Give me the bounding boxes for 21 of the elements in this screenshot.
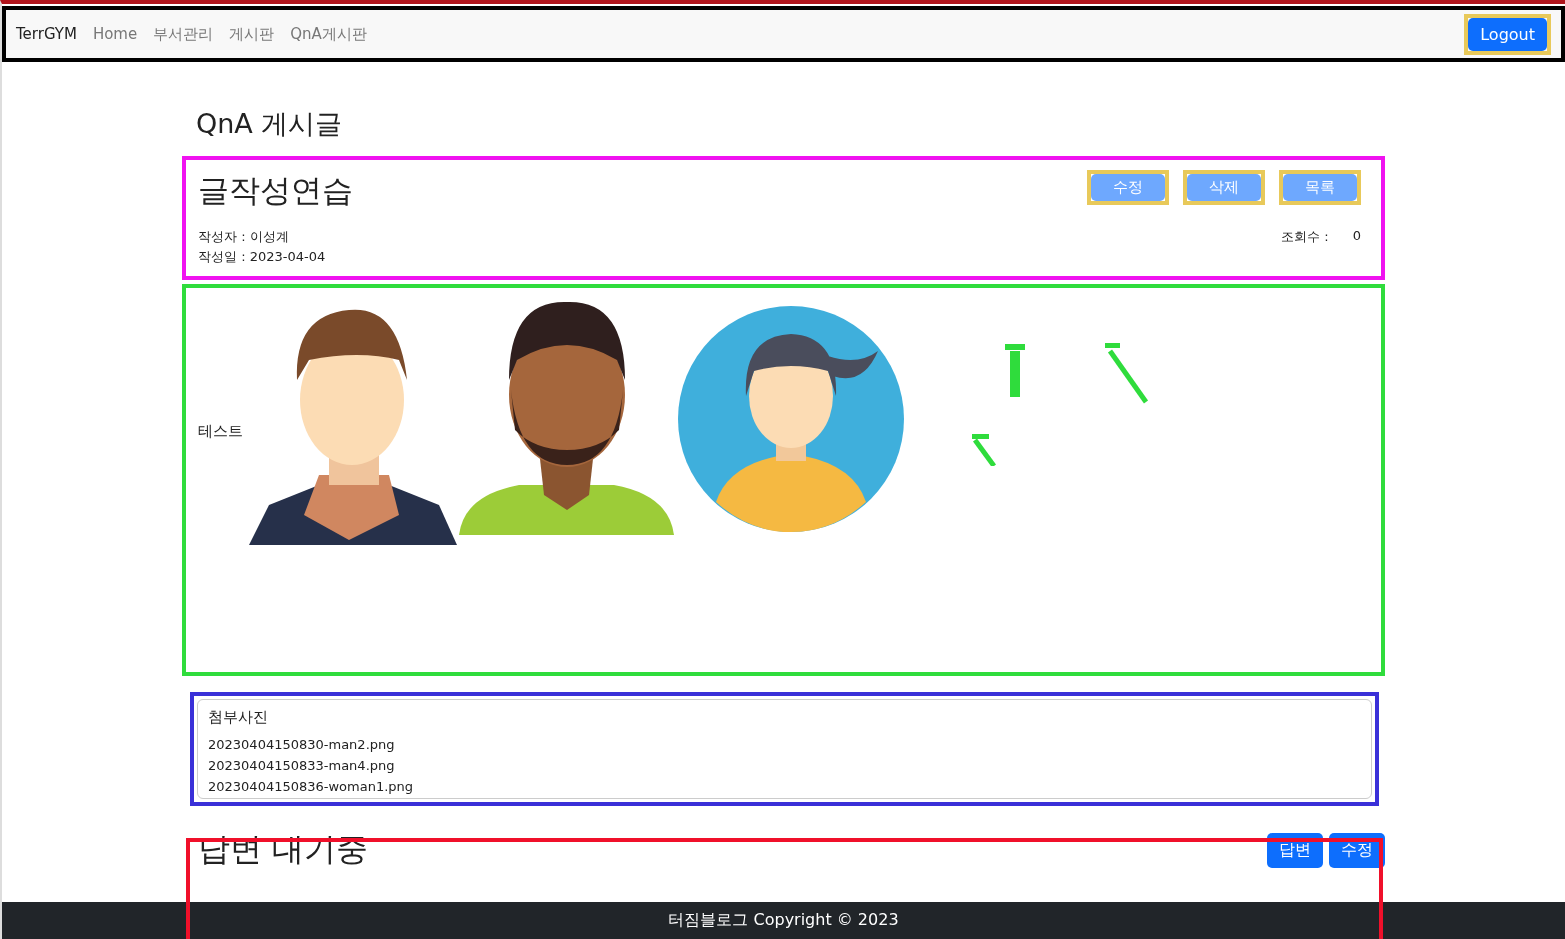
file-name: 20230404150836-woman1.png (208, 779, 415, 794)
nav-link[interactable]: QnA게시판 (290, 24, 367, 44)
file-name: 20230404150833-man4.png (208, 758, 396, 773)
nav-link[interactable]: 게시판 (229, 24, 275, 44)
action-button[interactable]: 수정 (1091, 174, 1165, 201)
views-count: 0 (1352, 228, 1361, 245)
attachments-title: 첨부사진 (208, 708, 269, 727)
copyright-text: 터짐블로그 Copyright © 2023 (668, 910, 899, 931)
nav-link[interactable]: 부서관리 (153, 24, 214, 44)
logout-button[interactable]: Logout (1468, 17, 1547, 51)
page-title: QnA 게시글 (196, 107, 344, 141)
nav-link[interactable]: Home (92, 25, 138, 43)
post-title: 글작성연습 (198, 171, 353, 210)
post-body-text: 테스트 (198, 422, 243, 441)
post-date: 작성일 : 2023-04-04 (198, 248, 326, 266)
views-label: 조회수 : (1281, 228, 1329, 246)
action-button[interactable]: 삭제 (1187, 174, 1261, 201)
action-button[interactable]: 목록 (1283, 174, 1357, 201)
brand-name[interactable]: TerrGYM (16, 25, 77, 43)
post-author: 작성자 : 이성계 (198, 228, 289, 246)
file-name: 20230404150830-man2.png (208, 737, 396, 752)
